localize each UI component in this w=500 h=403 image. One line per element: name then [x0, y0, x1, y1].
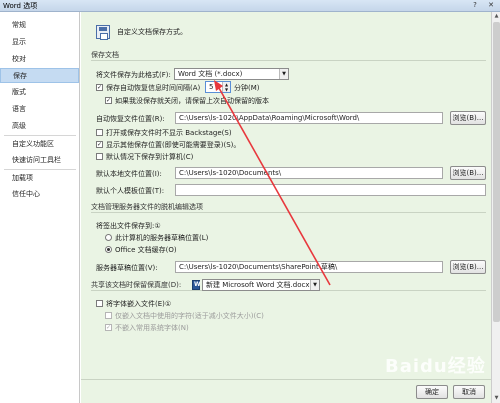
browse-default-local-button[interactable]: 浏览(B)...: [450, 166, 486, 180]
spin-down-icon[interactable]: ▼: [222, 87, 230, 92]
embed-used-only-label: 仅嵌入文档中使用的字符(适于减小文件大小)(C): [115, 312, 264, 320]
autorecover-minutes-value: 5: [209, 83, 214, 91]
no-common-fonts-label: 不嵌入常用系统字体(N): [115, 324, 189, 332]
embed-fonts-label: 将字体嵌入文件(E)①: [106, 300, 172, 308]
autorecover-minutes-spinner[interactable]: 5 ▲ ▼: [205, 81, 231, 93]
save-to-computer-checkbox[interactable]: [96, 153, 103, 160]
scrollbar-thumb[interactable]: [493, 22, 500, 322]
browse-drafts-button[interactable]: 浏览(B)...: [450, 260, 486, 274]
sidebar-item-addins[interactable]: 加载项: [0, 171, 79, 186]
no-backstage-label: 打开或保存文件时不显示 Backstage(S): [106, 129, 232, 137]
cancel-button[interactable]: 取消: [453, 385, 485, 399]
fidelity-doc-value: 新建 Microsoft Word 文档.docx: [206, 281, 310, 289]
show-other-locations-checkbox[interactable]: ✓: [96, 141, 103, 148]
checkout-label: 将签出文件保存到:①: [96, 222, 161, 230]
ok-button[interactable]: 确定: [416, 385, 448, 399]
autorecover-checkbox[interactable]: ✓: [96, 84, 103, 91]
sidebar-item-general[interactable]: 常规: [0, 18, 79, 33]
word-doc-icon: [192, 280, 201, 290]
office-cache-radio-label: Office 文档缓存(O): [115, 246, 177, 254]
embed-fonts-checkbox[interactable]: [96, 300, 103, 307]
title-bar: Word 选项 ? ✕: [0, 0, 500, 12]
save-format-label: 将文件保存为此格式(F):: [96, 71, 171, 79]
embed-used-only-checkbox[interactable]: [105, 312, 112, 319]
default-local-field[interactable]: C:\Users\ls-1020\Documents\: [175, 167, 443, 179]
autorecover-location-label: 自动恢复文件位置(R):: [96, 115, 165, 123]
section-offline-editing: 文档管理服务器文件的脱机编辑选项: [91, 201, 486, 213]
dialog-footer: 确定 取消: [81, 379, 491, 403]
sidebar-item-display[interactable]: 显示: [0, 35, 79, 50]
help-button[interactable]: ?: [468, 1, 482, 10]
sidebar-item-language[interactable]: 语言: [0, 102, 79, 117]
drafts-location-label: 服务器草稿位置(V):: [96, 264, 158, 272]
drafts-location-field[interactable]: C:\Users\ls-1020\Documents\SharePoint 草稿…: [175, 261, 443, 273]
no-common-fonts-checkbox[interactable]: ✓: [105, 324, 112, 331]
server-drafts-radio-label: 此计算机的服务器草稿位置(L): [115, 234, 209, 242]
scroll-down-icon[interactable]: ▼: [492, 394, 500, 403]
sidebar-item-layout[interactable]: 版式: [0, 85, 79, 100]
scroll-up-icon[interactable]: ▲: [492, 12, 500, 21]
fidelity-doc-select[interactable]: 新建 Microsoft Word 文档.docx ▼: [202, 279, 320, 291]
server-drafts-radio[interactable]: [105, 234, 112, 241]
sidebar-item-save[interactable]: 保存: [0, 68, 79, 83]
no-backstage-checkbox[interactable]: [96, 129, 103, 136]
sidebar-item-proofing[interactable]: 校对: [0, 52, 79, 67]
window-title: Word 选项: [3, 2, 38, 10]
watermark: Baidu经验: [385, 356, 486, 377]
page-header: 自定义文档保存方式。: [117, 28, 187, 36]
sidebar-divider: [4, 135, 76, 136]
save-icon: [96, 25, 110, 40]
browse-autorecover-button[interactable]: 浏览(B)...: [450, 111, 486, 125]
sidebar-divider: [4, 169, 76, 170]
autorecover-location-field[interactable]: C:\Users\ls-1020\AppData\Roaming\Microso…: [175, 112, 443, 124]
close-button[interactable]: ✕: [484, 1, 498, 10]
personal-templates-label: 默认个人模板位置(T):: [96, 187, 165, 195]
fidelity-label: 共享该文档时保留保真度(D):: [91, 281, 182, 289]
vertical-scrollbar[interactable]: ▲ ▼: [491, 12, 500, 403]
sidebar-item-quick-access[interactable]: 快速访问工具栏: [0, 153, 79, 168]
personal-templates-field[interactable]: [175, 184, 486, 196]
sidebar-item-advanced[interactable]: 高级: [0, 119, 79, 134]
save-format-select[interactable]: Word 文档 (*.docx) ▼: [174, 68, 289, 80]
sidebar-item-trust-center[interactable]: 信任中心: [0, 187, 79, 202]
show-other-locations-label: 显示其他保存位置(即使可能需要登录)(S)。: [106, 141, 241, 149]
section-save-documents: 保存文档: [91, 49, 486, 61]
sidebar-item-customize-ribbon[interactable]: 自定义功能区: [0, 137, 79, 152]
chevron-down-icon: ▼: [310, 280, 319, 290]
save-format-value: Word 文档 (*.docx): [178, 70, 243, 78]
minutes-label: 分钟(M): [234, 84, 260, 92]
keep-last-version-label: 如果我没保存就关闭，请保留上次自动保留的版本: [115, 97, 269, 105]
office-cache-radio[interactable]: [105, 246, 112, 253]
autorecover-label: 保存自动恢复信息时间间隔(A): [106, 84, 201, 92]
save-to-computer-label: 默认情况下保存到计算机(C): [106, 153, 194, 161]
chevron-down-icon: ▼: [279, 69, 288, 79]
sidebar: 常规 显示 校对 保存 版式 语言 高级 自定义功能区 快速访问工具栏 加载项 …: [0, 12, 80, 403]
keep-last-version-checkbox[interactable]: ✓: [105, 97, 112, 104]
default-local-label: 默认本地文件位置(I):: [96, 170, 162, 178]
options-content: 自定义文档保存方式。 保存文档 将文件保存为此格式(F): Word 文档 (*…: [81, 12, 491, 403]
